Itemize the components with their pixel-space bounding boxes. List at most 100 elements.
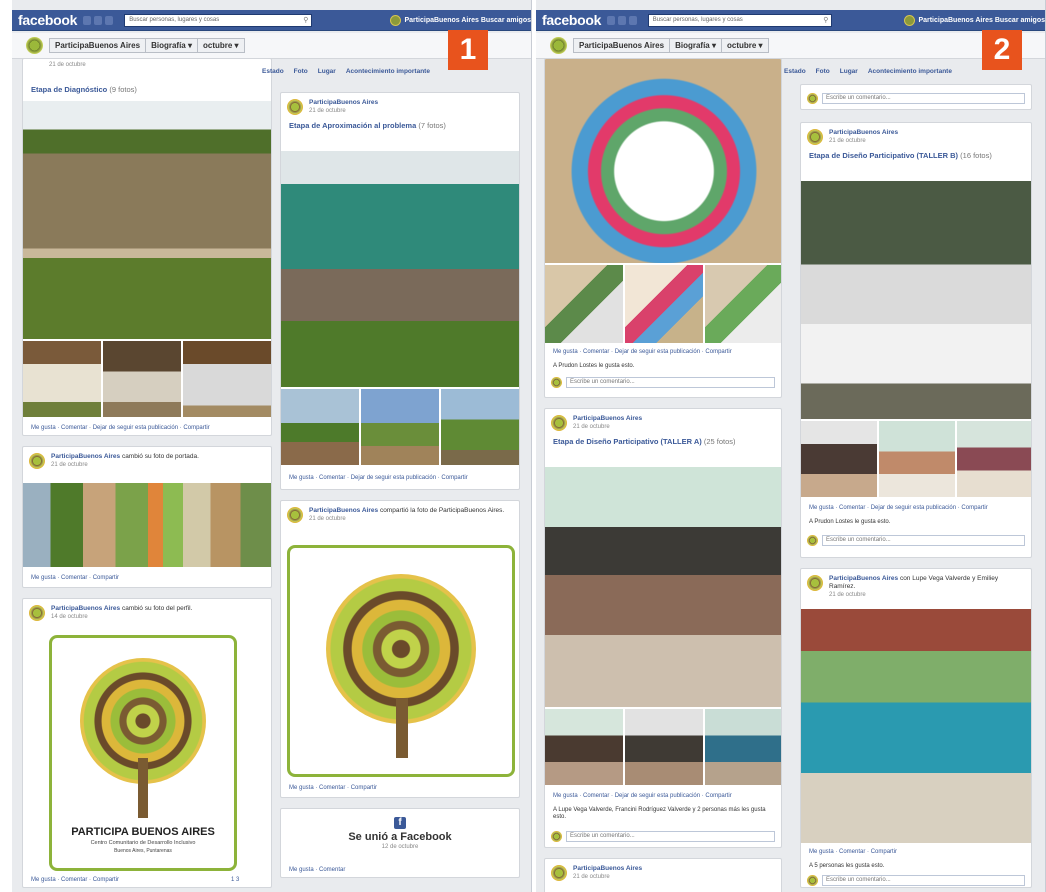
author-name[interactable]: ParticipaBuenos Aires [51,453,120,460]
comment-field[interactable]: Escribe un comentario... [551,375,775,389]
topbar-user-name[interactable]: ParticipaBuenos Aires Buscar amigos [918,17,1045,24]
avatar[interactable] [807,575,823,591]
post-actions[interactable]: Me gusta · Comentar · Dejar de seguir es… [553,793,732,799]
post-photo[interactable] [801,609,1031,843]
author-name[interactable]: ParticipaBuenos Aires [829,129,898,137]
album-main-photo[interactable] [545,467,781,707]
author-name[interactable]: ParticipaBuenos Aires [829,575,898,582]
post-actions[interactable]: Me gusta · Comentar · Compartir [31,877,119,883]
avatar[interactable] [390,14,402,26]
likes-summary[interactable]: A Lupe Vega Valverde, Francini Rodríguez… [553,807,777,821]
comment-input[interactable]: Escribe un comentario... [822,92,1025,104]
avatar[interactable] [287,507,303,523]
author-name[interactable]: ParticipaBuenos Aires [309,99,378,107]
post-date[interactable]: 21 de octubre [573,873,642,881]
album-thumbnail[interactable] [103,341,181,417]
likes-summary[interactable]: A Prudon Lostes le gusta esto. [809,519,890,525]
month-dropdown[interactable]: octubre ▾ [198,39,244,52]
photo-tab[interactable]: Foto [294,68,308,75]
post-date[interactable]: 21 de octubre [309,107,378,115]
album-title[interactable]: Etapa de Aproximación al problema (7 fot… [281,117,519,134]
album-thumbnail[interactable] [545,709,623,785]
avatar[interactable] [551,415,567,431]
post-date[interactable]: 21 de octubre [309,515,504,523]
comment-field[interactable]: Escribe un comentario... [807,91,1025,105]
messages-icon[interactable] [617,15,626,25]
search-icon[interactable]: ⚲ [823,16,828,24]
album-thumbnail[interactable] [625,265,703,343]
album-thumbnail[interactable] [705,265,781,343]
post-actions[interactable]: Me gusta · Comentar · Dejar de seguir es… [289,475,468,481]
comment-field[interactable]: Escribe un comentario... [551,829,775,843]
post-date[interactable]: 21 de octubre [573,423,642,431]
author-name[interactable]: ParticipaBuenos Aires [309,507,378,514]
post-date[interactable]: 21 de octubre [51,461,199,469]
notifications-icon[interactable] [628,15,637,25]
place-tab[interactable]: Lugar [840,68,858,75]
avatar[interactable] [551,865,567,881]
comment-input[interactable]: Escribe un comentario... [822,874,1025,886]
avatar[interactable] [29,605,45,621]
friend-requests-icon[interactable] [607,15,615,25]
facebook-logo[interactable]: facebook [542,12,601,28]
album-title[interactable]: Etapa de Diagnóstico (9 fotos) [23,71,271,98]
biography-dropdown[interactable]: Biografía ▾ [146,39,198,52]
page-name-button[interactable]: ParticipaBuenos Aires [50,39,147,52]
album-title[interactable]: Etapa de Diseño Participativo (TALLER B)… [801,147,1031,164]
comment-input[interactable]: Escribe un comentario... [566,376,775,388]
notifications-icon[interactable] [105,15,114,25]
search-input[interactable]: Buscar personas, lugares y cosas ⚲ [647,13,833,27]
search-icon[interactable]: ⚲ [303,16,308,24]
post-actions[interactable]: Me gusta · Comentar · Compartir [31,575,119,581]
album-title[interactable]: Etapa de Diseño Participativo (TALLER A)… [545,433,781,450]
profile-photo[interactable]: PARTICIPA BUENOS AIRES Centro Comunitari… [49,635,237,871]
album-thumbnail[interactable] [957,421,1031,497]
post-actions[interactable]: Me gusta · Comentar [289,867,345,873]
author-name[interactable]: ParticipaBuenos Aires [573,865,642,873]
album-thumbnail[interactable] [801,421,877,497]
album-main-photo[interactable] [545,59,781,263]
avatar[interactable] [904,14,916,26]
avatar[interactable] [287,99,303,115]
like-comment-counts[interactable]: 1 3 [231,877,239,883]
comment-field[interactable]: Escribe un comentario... [807,533,1025,547]
album-thumbnail[interactable] [361,389,439,465]
album-thumbnail[interactable] [441,389,519,465]
album-thumbnail[interactable] [625,709,703,785]
post-date[interactable]: 21 de octubre [829,591,1025,599]
post-actions[interactable]: Me gusta · Comentar · Dejar de seguir es… [553,349,732,355]
comment-input[interactable]: Escribe un comentario... [822,534,1025,546]
shared-photo[interactable] [287,545,515,777]
life-event-tab[interactable]: Acontecimiento importante [868,68,952,75]
author-name[interactable]: ParticipaBuenos Aires [573,415,642,423]
album-thumbnail[interactable] [281,389,359,465]
post-actions[interactable]: Me gusta · Comentar · Compartir [289,785,377,791]
page-avatar[interactable] [550,37,567,54]
status-tab[interactable]: Estado [784,68,806,75]
page-avatar[interactable] [26,37,43,54]
topbar-user-name[interactable]: ParticipaBuenos Aires Buscar amigos [404,17,531,24]
post-actions[interactable]: Me gusta · Comentar · Compartir [809,849,897,855]
album-main-photo[interactable] [801,181,1031,419]
place-tab[interactable]: Lugar [318,68,336,75]
album-thumbnail[interactable] [23,341,101,417]
month-dropdown[interactable]: octubre ▾ [722,39,768,52]
album-thumbnail[interactable] [705,709,781,785]
avatar[interactable] [29,453,45,469]
post-date[interactable]: 21 de octubre [829,137,898,145]
facebook-logo[interactable]: facebook [18,12,77,28]
author-name[interactable]: ParticipaBuenos Aires [51,605,120,612]
album-thumbnail[interactable] [545,265,623,343]
post-date[interactable]: 12 de octubre [281,843,519,851]
photo-tab[interactable]: Foto [816,68,830,75]
status-tab[interactable]: Estado [262,68,284,75]
post-actions[interactable]: Me gusta · Comentar · Dejar de seguir es… [809,505,988,511]
biography-dropdown[interactable]: Biografía ▾ [670,39,722,52]
album-main-photo[interactable] [23,101,271,339]
comment-field[interactable]: Escribe un comentario... [807,873,1025,887]
likes-summary[interactable]: A Prudon Lostes le gusta esto. [553,363,634,369]
friend-requests-icon[interactable] [83,15,92,25]
cover-photo[interactable] [23,483,271,567]
life-event-tab[interactable]: Acontecimiento importante [346,68,430,75]
likes-summary[interactable]: A 5 personas les gusta esto. [809,863,884,869]
